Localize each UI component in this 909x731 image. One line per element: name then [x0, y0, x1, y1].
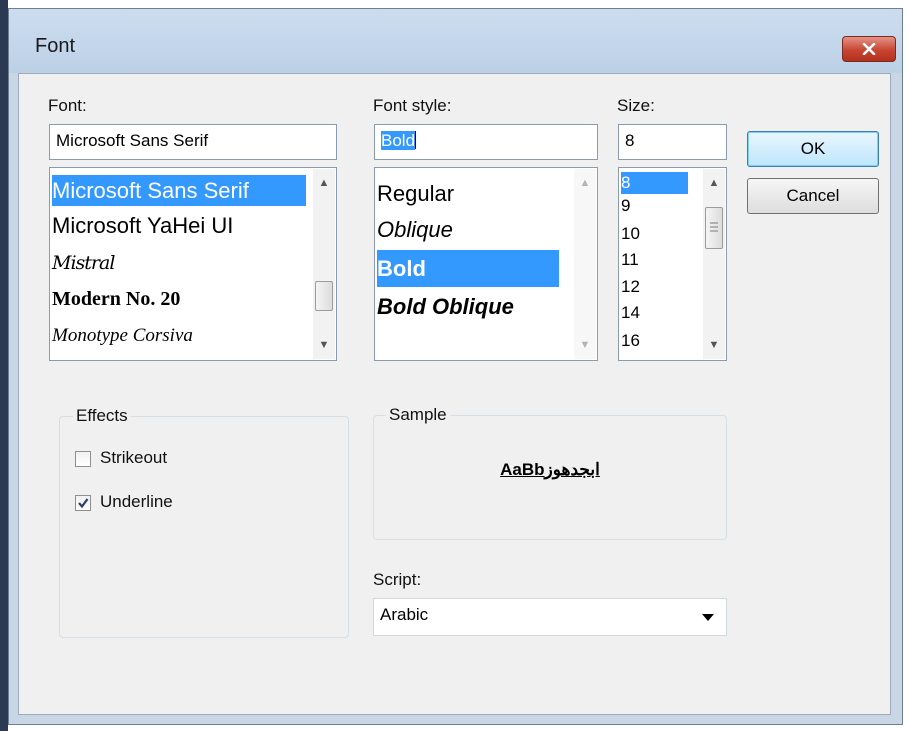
chevron-down-icon[interactable]: ▼	[574, 335, 596, 355]
size-label: Size:	[617, 96, 655, 115]
chevron-up-icon[interactable]: ▲	[313, 173, 335, 193]
font-list-item[interactable]: Modern No. 20	[52, 284, 180, 314]
sample-preview-text: AaBbابجدهوز	[500, 460, 600, 479]
font-list-scroll-thumb[interactable]	[315, 281, 333, 311]
size-list-item[interactable]: 12	[621, 276, 640, 298]
font-list-item[interactable]: Monotype Corsiva	[52, 321, 193, 351]
font-style-list-item[interactable]: Oblique	[377, 213, 453, 247]
script-select-value: Arabic	[380, 605, 429, 624]
font-style-label: Font style:	[373, 96, 452, 115]
window-edge	[0, 0, 8, 731]
font-list-scrollbar[interactable]: ▲ ▼	[313, 169, 335, 359]
size-list-item[interactable]: 10	[621, 223, 640, 245]
font-list-item[interactable]: Mistral	[52, 248, 115, 278]
font-style-input[interactable]: Bold	[374, 124, 598, 160]
size-input[interactable]: 8	[618, 124, 727, 160]
size-list-scroll-thumb[interactable]	[705, 207, 723, 249]
text-caret	[415, 131, 417, 149]
script-select[interactable]: Arabic	[373, 598, 727, 636]
font-style-list-item[interactable]: Bold	[377, 250, 559, 287]
size-list[interactable]: 8 9 10 11 12 14 16 ▲ ▼	[618, 167, 727, 361]
close-button[interactable]	[842, 36, 896, 62]
size-list-item[interactable]: 11	[621, 249, 639, 271]
font-list-item[interactable]: Microsoft Sans Serif	[52, 175, 306, 206]
font-style-list-scrollbar[interactable]: ▲ ▼	[574, 169, 596, 359]
size-list-item[interactable]: 9	[621, 195, 630, 217]
dialog-client-area: Font: Microsoft Sans Serif Microsoft San…	[18, 73, 891, 715]
strikeout-checkbox[interactable]	[75, 451, 91, 467]
chevron-down-icon[interactable]: ▼	[313, 335, 335, 355]
effects-group-title: Effects	[73, 406, 131, 426]
font-dialog: Font Font: Microsoft Sans Serif Microsof…	[8, 8, 903, 725]
size-list-item[interactable]: 8	[621, 172, 688, 194]
ok-button[interactable]: OK	[747, 131, 879, 167]
size-list-scrollbar[interactable]: ▲ ▼	[703, 169, 725, 359]
font-style-input-text: Bold	[381, 131, 416, 150]
font-name-input[interactable]: Microsoft Sans Serif	[49, 124, 337, 160]
strikeout-label[interactable]: Strikeout	[100, 448, 167, 468]
size-input-text: 8	[625, 131, 635, 150]
title-bar[interactable]: Font	[9, 9, 902, 73]
font-style-list-item[interactable]: Bold Oblique	[377, 289, 514, 325]
grip-icon	[710, 222, 718, 232]
dropdown-arrow-icon	[702, 614, 714, 621]
font-label: Font:	[48, 96, 87, 115]
sample-group-title: Sample	[386, 405, 450, 425]
cancel-button[interactable]: Cancel	[747, 178, 879, 214]
script-label: Script:	[373, 570, 422, 589]
font-list-item[interactable]: Microsoft YaHei UI	[52, 210, 233, 241]
chevron-down-icon[interactable]: ▼	[703, 335, 725, 355]
underline-label[interactable]: Underline	[100, 492, 173, 512]
chevron-up-icon[interactable]: ▲	[703, 173, 725, 193]
font-list[interactable]: Microsoft Sans Serif Microsoft YaHei UI …	[49, 167, 337, 361]
close-icon	[862, 43, 876, 55]
dialog-title: Font	[35, 35, 76, 57]
font-name-input-text: Microsoft Sans Serif	[56, 131, 209, 150]
font-style-list-item[interactable]: Regular	[377, 177, 454, 211]
checkmark-icon	[78, 498, 89, 509]
size-list-item[interactable]: 16	[621, 330, 640, 352]
size-list-item[interactable]: 14	[621, 302, 640, 324]
chevron-up-icon[interactable]: ▲	[574, 173, 596, 193]
font-style-list[interactable]: Regular Oblique Bold Bold Oblique ▲ ▼	[374, 167, 598, 361]
underline-checkbox[interactable]	[75, 495, 91, 511]
